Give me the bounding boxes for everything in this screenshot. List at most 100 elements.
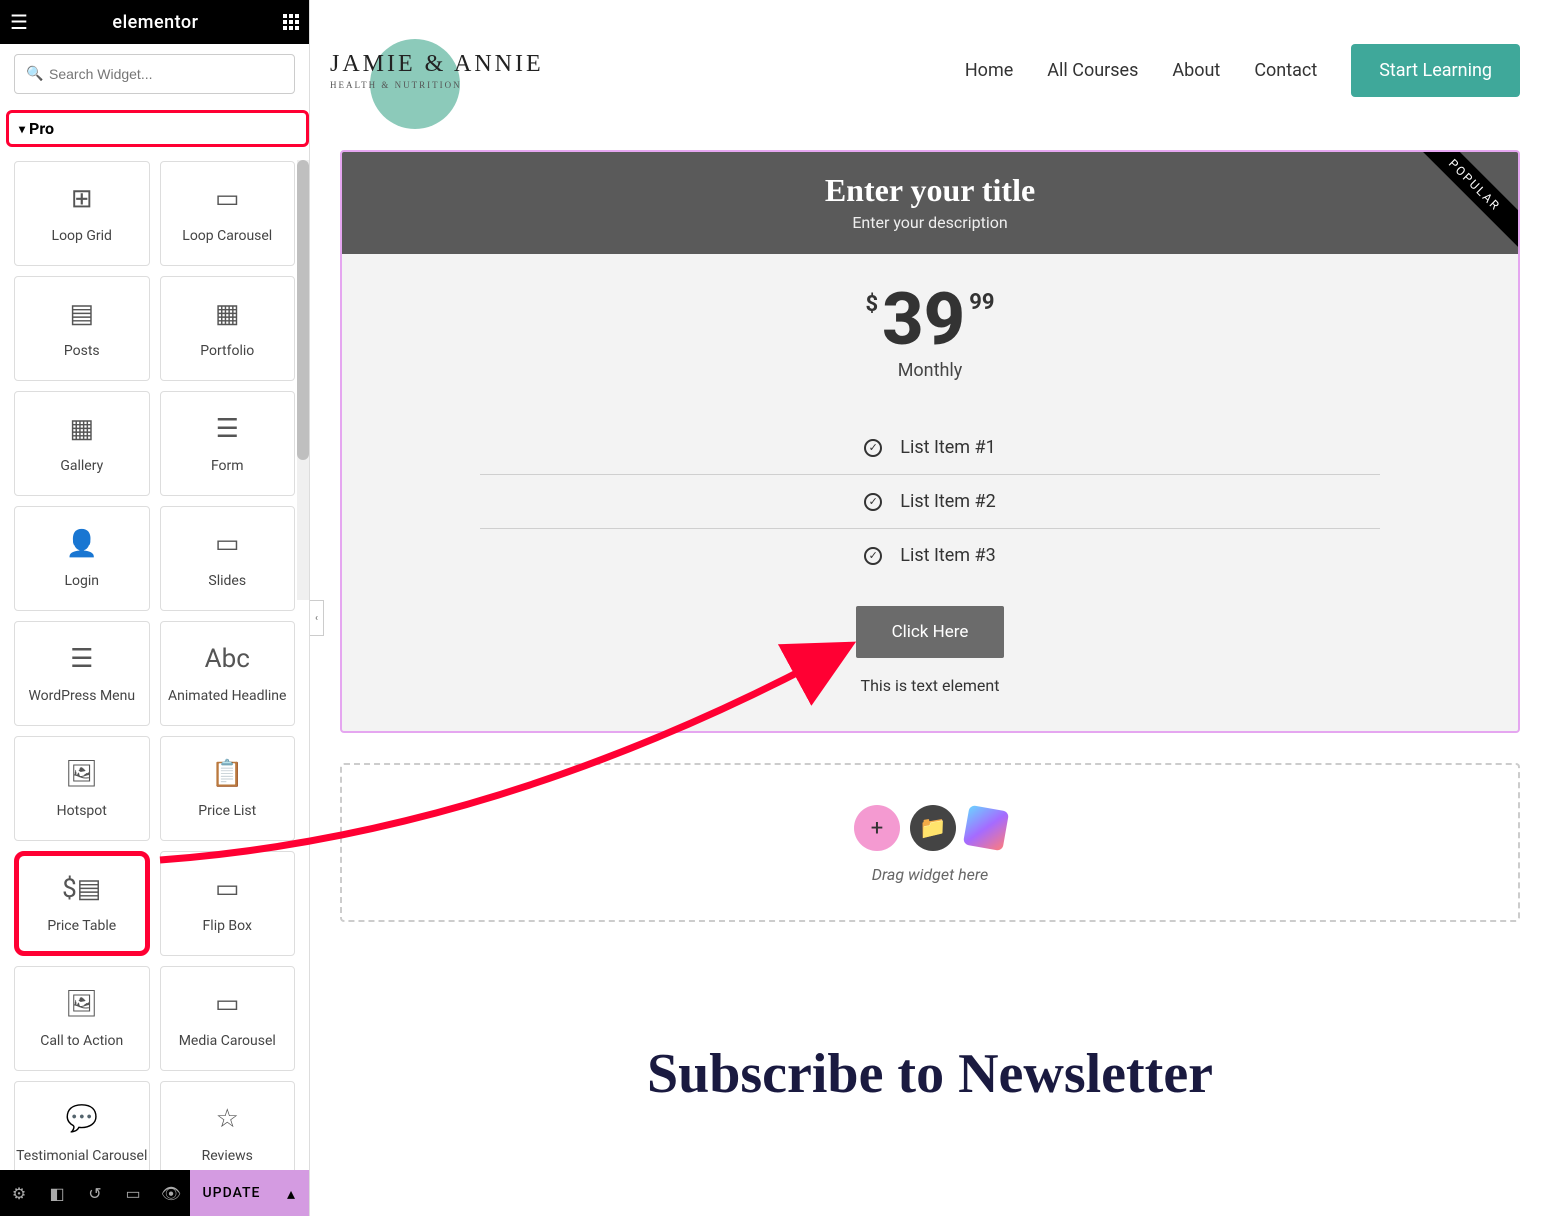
widget-label: Gallery: [60, 458, 103, 474]
pro-label: Pro: [29, 119, 54, 138]
logo-line1: JAMIE & ANNIE: [330, 51, 544, 78]
nav-about[interactable]: About: [1172, 60, 1220, 81]
newsletter-heading: Subscribe to Newsletter: [310, 1042, 1550, 1106]
add-section-icon[interactable]: +: [854, 805, 900, 851]
price-amount: $ 39 99: [342, 284, 1518, 356]
apps-grid-icon[interactable]: [283, 14, 299, 30]
main-nav: Home All Courses About Contact Start Learnin…: [965, 44, 1520, 97]
price-main: 39: [882, 284, 965, 356]
check-icon: ✓: [864, 547, 882, 565]
check-icon: ✓: [864, 493, 882, 511]
widget-icon: 💬: [66, 1104, 98, 1134]
sidebar-scrollbar[interactable]: [297, 160, 309, 600]
price-period: Monthly: [342, 360, 1518, 381]
preview-icon[interactable]: 👁: [152, 1184, 190, 1203]
widget-icon: ⊞: [71, 184, 93, 214]
widget-label: Testimonial Carousel: [16, 1148, 147, 1164]
search-wrap: 🔍: [0, 44, 309, 104]
widget-form[interactable]: ☰ Form: [160, 391, 296, 496]
widget-reviews[interactable]: ☆Reviews: [160, 1081, 296, 1170]
widget-testimonial-carousel[interactable]: 💬 Testimonial Carousel: [14, 1081, 150, 1170]
nav-all-courses[interactable]: All Courses: [1047, 60, 1138, 81]
widget-price-list[interactable]: 📋Price List: [160, 736, 296, 841]
widget-label: Posts: [64, 343, 100, 359]
site-logo[interactable]: JAMIE & ANNIE HEALTH & NUTRITION: [330, 51, 544, 90]
history-icon[interactable]: ↺: [76, 1184, 114, 1203]
widget-icon: ☰: [216, 414, 239, 444]
widget-label: Media Carousel: [179, 1033, 276, 1049]
widget-icon: $▤: [62, 874, 101, 904]
widget-label: Price List: [198, 803, 256, 819]
widget-login[interactable]: 👤Login: [14, 506, 150, 611]
widget-wordpress-menu[interactable]: ☰ WordPress Menu: [14, 621, 150, 726]
caret-down-icon: ▾: [19, 122, 25, 136]
start-learning-button[interactable]: Start Learning: [1351, 44, 1520, 97]
nav-home[interactable]: Home: [965, 60, 1013, 81]
template-library-icon[interactable]: 📁: [910, 805, 956, 851]
collapse-sidebar-button[interactable]: ‹: [310, 600, 324, 636]
widget-flip-box[interactable]: ▭Flip Box: [160, 851, 296, 956]
widget-media-carousel[interactable]: ▭ Media Carousel: [160, 966, 296, 1071]
widget-icon: 🖼: [65, 759, 98, 789]
widget-label: Form: [211, 458, 244, 474]
navigator-icon[interactable]: ◧: [38, 1184, 76, 1203]
sidebar-header: ☰ elementor: [0, 0, 309, 44]
hamburger-icon[interactable]: ☰: [10, 10, 28, 34]
widget-loop-carousel[interactable]: ▭ Loop Carousel: [160, 161, 296, 266]
widget-grid: ⊞ Loop Grid ▭ Loop Carousel ▤ Posts ▦Portfolio…: [0, 155, 309, 1170]
widget-icon: Abc: [205, 644, 250, 674]
feature-list: ✓List Item #1✓List Item #2✓List Item #3: [480, 421, 1380, 582]
drop-zone[interactable]: + 📁 Drag widget here: [340, 763, 1520, 922]
widget-loop-grid[interactable]: ⊞ Loop Grid: [14, 161, 150, 266]
widget-label: Hotspot: [57, 803, 107, 819]
widget-gallery[interactable]: ▦ Gallery: [14, 391, 150, 496]
widget-label: Loop Carousel: [182, 228, 272, 244]
widget-label: Loop Grid: [52, 228, 112, 244]
price-cents: 99: [969, 290, 994, 315]
feature-item: ✓ List Item #3: [480, 529, 1380, 582]
feature-item: ✓ List Item #2: [480, 475, 1380, 529]
drop-icons: + 📁: [342, 805, 1518, 851]
widget-icon: ▭: [215, 989, 240, 1019]
check-icon: ✓: [864, 439, 882, 457]
newsletter-section: Subscribe to Newsletter: [310, 1042, 1550, 1106]
drop-text: Drag widget here: [342, 865, 1518, 884]
price-description: Enter your description: [342, 213, 1518, 232]
update-button[interactable]: UPDATE: [190, 1170, 273, 1216]
widget-icon: ▦: [69, 414, 94, 444]
elementor-sidebar: ☰ elementor 🔍 ▾ Pro ⊞ Loop Grid ▭ Loop Caro…: [0, 0, 310, 1216]
search-icon: 🔍: [26, 66, 43, 82]
preview-canvas: JAMIE & ANNIE HEALTH & NUTRITION Home All…: [310, 0, 1550, 1216]
widget-price-table[interactable]: $▤Price Table: [14, 851, 150, 956]
nav-contact[interactable]: Contact: [1254, 60, 1317, 81]
widget-label: WordPress Menu: [28, 688, 135, 704]
sidebar-scroll-thumb[interactable]: [297, 160, 309, 460]
widget-slides[interactable]: ▭Slides: [160, 506, 296, 611]
price-title: Enter your title: [342, 172, 1518, 209]
widget-icon: ▭: [215, 184, 240, 214]
widget-icon: ☆: [216, 1104, 239, 1134]
widget-posts[interactable]: ▤ Posts: [14, 276, 150, 381]
widget-animated-headline[interactable]: Abc Animated Headline: [160, 621, 296, 726]
widget-icon: ▤: [69, 299, 94, 329]
kit-icon[interactable]: [963, 805, 1009, 851]
widget-portfolio[interactable]: ▦Portfolio: [160, 276, 296, 381]
search-input[interactable]: [14, 54, 295, 94]
widget-label: Animated Headline: [168, 688, 286, 704]
widget-call-to-action[interactable]: 🖼Call to Action: [14, 966, 150, 1071]
widget-label: Flip Box: [203, 918, 252, 934]
widget-hotspot[interactable]: 🖼 Hotspot: [14, 736, 150, 841]
elementor-logo: elementor: [112, 12, 198, 33]
price-table-widget[interactable]: Enter your title Enter your description …: [340, 150, 1520, 733]
price-currency: $: [866, 292, 879, 317]
update-caret-icon[interactable]: ▴: [273, 1170, 309, 1216]
widget-icon: ☰: [70, 644, 93, 674]
pro-category-toggle[interactable]: ▾ Pro: [6, 110, 309, 147]
price-cta-button[interactable]: Click Here: [856, 606, 1005, 658]
settings-icon[interactable]: ⚙: [0, 1184, 38, 1203]
feature-text: List Item #2: [900, 491, 996, 512]
widget-icon: 🖼: [65, 989, 98, 1019]
feature-text: List Item #3: [900, 545, 996, 566]
responsive-icon[interactable]: ▭: [114, 1184, 152, 1203]
logo-line2: HEALTH & NUTRITION: [330, 80, 544, 90]
